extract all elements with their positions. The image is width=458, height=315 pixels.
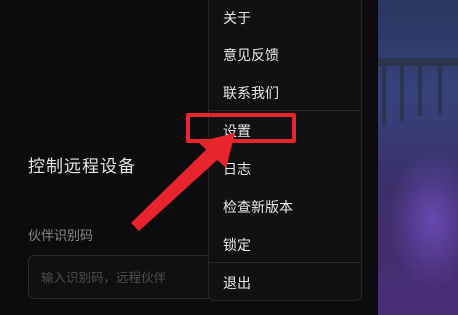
control-remote-device-title: 控制远程设备 [28, 157, 136, 177]
menu-item-log[interactable]: 日志 [223, 159, 251, 179]
menu-item-check-update[interactable]: 检查新版本 [223, 197, 293, 217]
menu-item-contact[interactable]: 联系我们 [223, 83, 279, 103]
pier-post [400, 66, 404, 121]
background-image-panel [378, 0, 458, 315]
pier-beam [378, 58, 458, 66]
menu-item-feedback[interactable]: 意见反馈 [223, 45, 279, 65]
dropdown-menu: 关于 意见反馈 联系我们 设置 日志 检查新版本 锁定 退出 [208, 0, 362, 301]
menu-divider [209, 262, 361, 263]
menu-item-exit[interactable]: 退出 [223, 273, 251, 293]
pier-post [382, 66, 386, 126]
background-glow [388, 150, 458, 290]
pier-post [418, 66, 422, 116]
menu-divider [209, 110, 361, 111]
menu-item-about[interactable]: 关于 [223, 8, 251, 28]
partner-id-label: 伙伴识别码 [28, 229, 94, 244]
menu-item-lock[interactable]: 锁定 [223, 235, 251, 255]
settings-highlight-box [186, 113, 296, 143]
pier-post [438, 66, 442, 114]
